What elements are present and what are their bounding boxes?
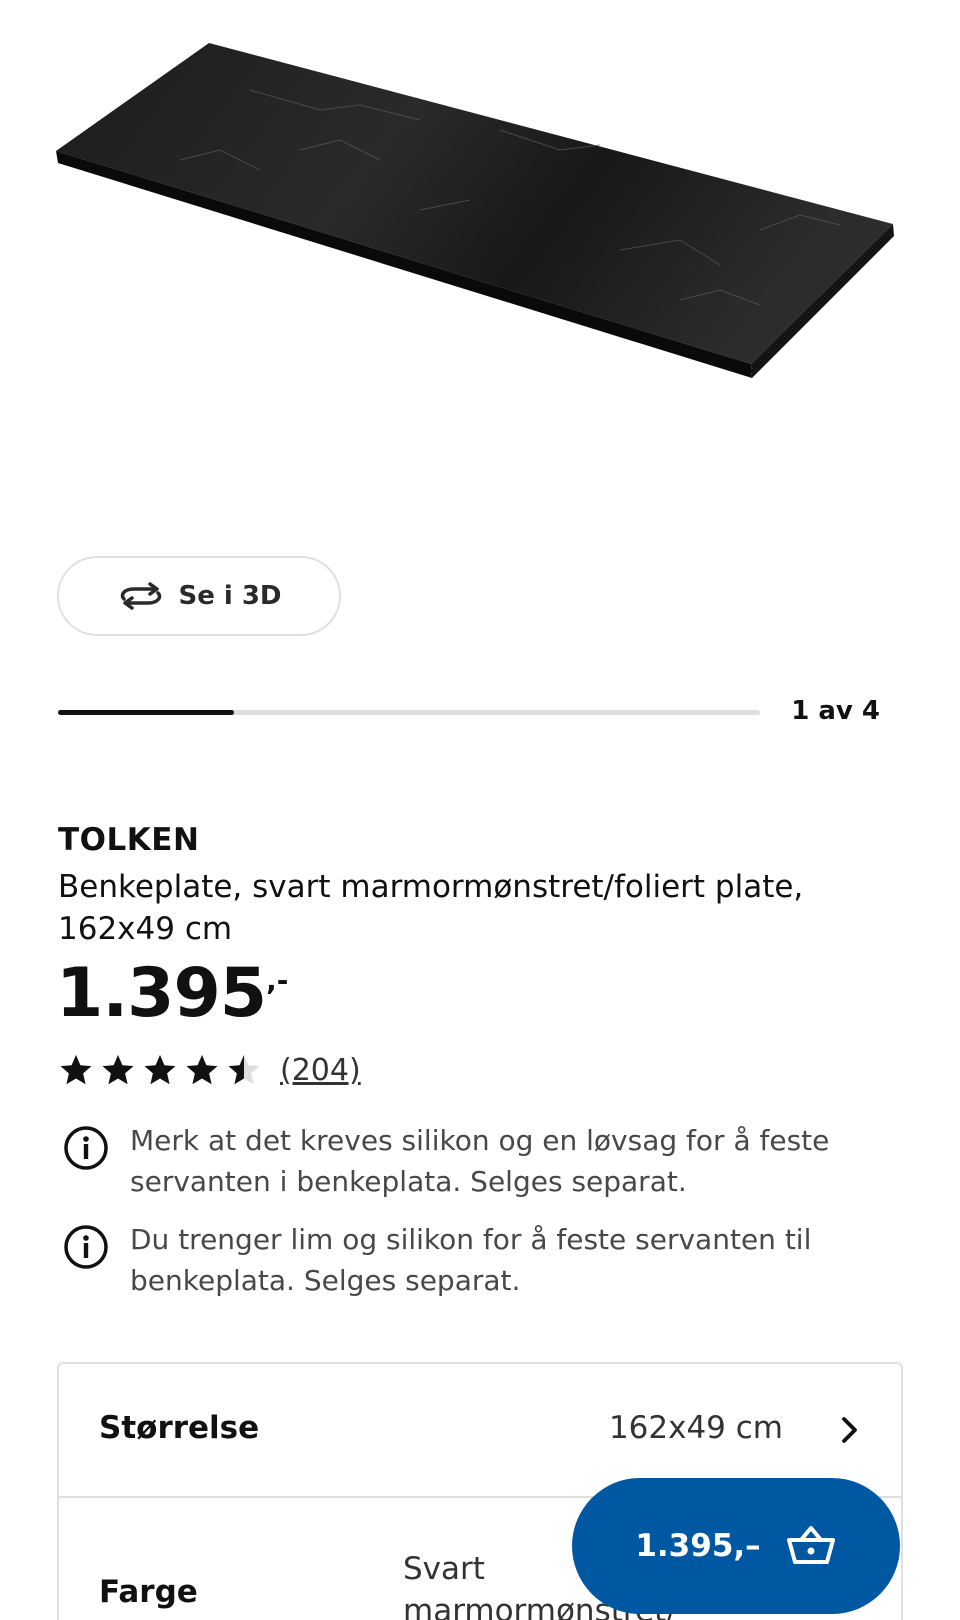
star-rating bbox=[58, 1052, 262, 1088]
notice-text: Du trenger lim og silikon for å feste se… bbox=[130, 1223, 812, 1297]
info-icon bbox=[62, 1124, 110, 1172]
gallery-counter: 1 av 4 bbox=[791, 696, 880, 726]
star-icon bbox=[228, 1055, 260, 1085]
view-3d-button[interactable]: Se i 3D bbox=[57, 556, 341, 636]
star-icon bbox=[60, 1055, 92, 1085]
rotate-3d-icon bbox=[116, 579, 166, 613]
size-label: Størrelse bbox=[99, 1410, 260, 1446]
gallery-progress-fill bbox=[58, 710, 234, 715]
size-value: 162x49 cm bbox=[608, 1410, 783, 1446]
product-name: TOLKEN bbox=[58, 822, 200, 858]
color-label: Farge bbox=[99, 1574, 198, 1610]
add-to-cart-button[interactable]: 1.395,– bbox=[572, 1478, 900, 1614]
star-icon bbox=[102, 1055, 134, 1085]
info-icon bbox=[62, 1223, 110, 1271]
price-amount: 1.395 bbox=[56, 954, 267, 1033]
rating[interactable]: (204) bbox=[58, 1052, 361, 1088]
cart-price-label: 1.395,– bbox=[635, 1528, 761, 1564]
chevron-right-icon bbox=[835, 1412, 865, 1448]
star-icon bbox=[186, 1055, 218, 1085]
basket-icon bbox=[785, 1524, 837, 1568]
product-description: Benkeplate, svart marmormønstret/foliert… bbox=[58, 869, 804, 947]
price-suffix: ,- bbox=[266, 964, 289, 997]
product-price: 1.395 ,- bbox=[56, 956, 288, 1032]
notice-item: Du trenger lim og silikon for å feste se… bbox=[62, 1223, 862, 1301]
worktop-image bbox=[56, 43, 894, 378]
review-count-link[interactable]: (204) bbox=[280, 1053, 361, 1088]
view-3d-label: Se i 3D bbox=[178, 581, 282, 611]
star-icon bbox=[144, 1055, 176, 1085]
gallery-progress-bar[interactable] bbox=[58, 710, 760, 715]
notice-text: Merk at det kreves silikon og en løvsag … bbox=[130, 1124, 830, 1198]
notice-item: Merk at det kreves silikon og en løvsag … bbox=[62, 1124, 862, 1202]
product-image[interactable] bbox=[0, 0, 960, 520]
